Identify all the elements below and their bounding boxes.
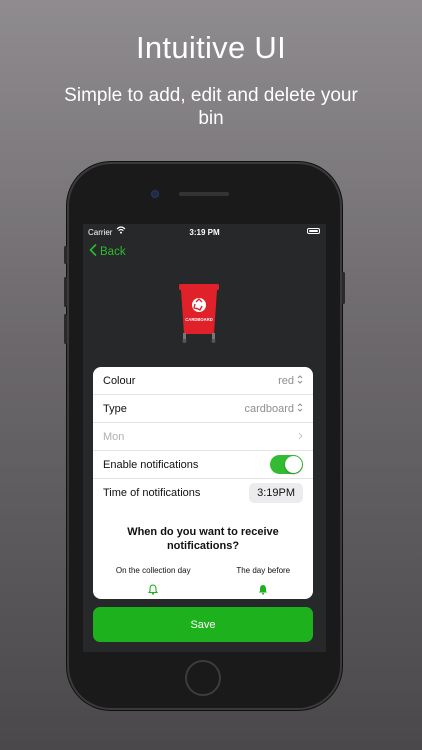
status-bar: Carrier 3:19 PM xyxy=(83,224,326,240)
app-screen: Carrier 3:19 PM Back CARDBOARD Colour re… xyxy=(83,224,326,652)
back-label: Back xyxy=(100,245,126,258)
chevron-right-icon xyxy=(298,431,303,443)
bin-settings-card: Colour red Type cardboard Mon Enable not… xyxy=(93,367,313,599)
type-label: Type xyxy=(103,402,127,415)
up-down-chevron-icon xyxy=(297,374,303,387)
bell-filled-icon xyxy=(258,584,268,597)
bin-icon: CARDBOARD xyxy=(179,284,219,344)
phone-frame: Carrier 3:19 PM Back CARDBOARD Colour re… xyxy=(64,162,345,710)
recycle-icon xyxy=(192,298,206,312)
colour-label: Colour xyxy=(103,374,136,387)
notifications-toggle[interactable] xyxy=(270,455,303,474)
colour-value: red xyxy=(278,374,294,387)
option-day-before[interactable]: The day before xyxy=(236,566,290,597)
status-time: 3:19 PM xyxy=(189,228,220,237)
mute-switch xyxy=(64,246,67,264)
notifications-row: Enable notifications xyxy=(93,451,313,479)
battery-icon xyxy=(307,228,320,234)
notifications-label: Enable notifications xyxy=(103,458,199,471)
volume-down-button xyxy=(64,314,67,344)
option-collection-day[interactable]: On the collection day xyxy=(116,566,191,597)
colour-row[interactable]: Colour red xyxy=(93,367,313,395)
up-down-chevron-icon xyxy=(297,402,303,415)
type-value: cardboard xyxy=(244,402,294,415)
notify-options: On the collection day The day before xyxy=(93,566,313,597)
save-button[interactable]: Save xyxy=(93,607,313,642)
option-day-before-label: The day before xyxy=(236,566,291,575)
promo-subtitle: Simple to add, edit and delete your bin xyxy=(64,85,358,129)
promo-title: Intuitive UI xyxy=(135,30,287,65)
type-row[interactable]: Type cardboard xyxy=(93,395,313,423)
bell-icon xyxy=(148,584,159,597)
collection-day-row[interactable]: Mon xyxy=(93,423,313,451)
notification-time-label: Time of notifications xyxy=(103,487,201,499)
bin-type-label: CARDBOARD xyxy=(185,317,212,322)
option-collection-day-label: On the collection day xyxy=(115,566,191,575)
chevron-left-icon xyxy=(89,244,97,259)
camera xyxy=(151,190,159,198)
volume-up-button xyxy=(64,277,67,307)
notification-time-row: Time of notifications 3:19PM xyxy=(93,479,313,507)
notify-question: When do you want to receive notification… xyxy=(127,526,279,552)
notification-time-picker[interactable]: 3:19PM xyxy=(249,483,303,503)
speaker xyxy=(179,192,229,196)
back-button[interactable]: Back xyxy=(89,244,126,259)
home-button[interactable] xyxy=(185,660,221,696)
power-button xyxy=(342,272,345,304)
collection-day-value: Mon xyxy=(103,430,125,443)
